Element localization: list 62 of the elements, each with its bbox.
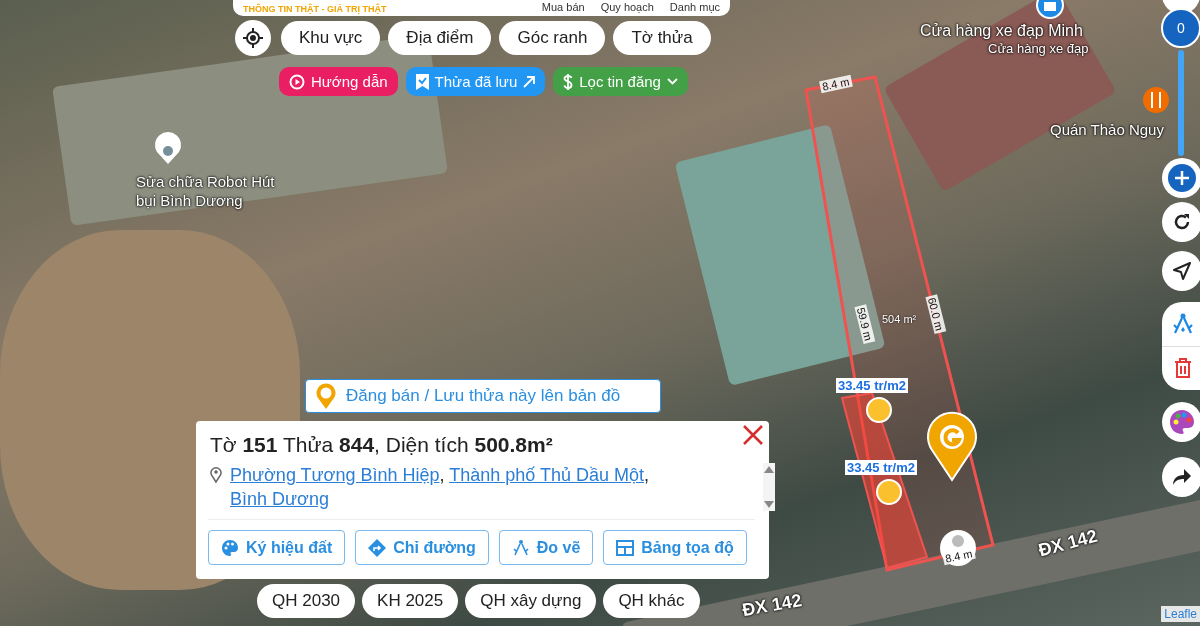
parcel-action-button[interactable]: Ký hiệu đất xyxy=(208,530,346,565)
area-label: 504 m² xyxy=(881,313,918,325)
search-tab[interactable]: Địa điểm xyxy=(388,21,492,55)
parcel-address: Phường Tương Bình Hiệp, Thành phố Thủ Dầu Một, Bình Dương xyxy=(230,464,650,511)
external-arrow-icon xyxy=(523,75,536,88)
map-pin-icon xyxy=(210,466,222,483)
quick-action-button[interactable]: Lọc tin đăng xyxy=(553,67,688,96)
chevron-down-icon xyxy=(666,78,678,85)
map-pin-icon[interactable] xyxy=(155,132,181,164)
post-listing-button[interactable]: Đăng bán / Lưu thửa này lên bản đồ xyxy=(305,379,661,413)
price-label: 33.45 tr/m2 xyxy=(845,460,917,475)
search-tab[interactable]: Góc ranh xyxy=(499,21,606,55)
crosshair-icon xyxy=(243,28,263,48)
address-link[interactable]: Phường Tương Bình Hiệp xyxy=(230,465,440,485)
compass-icon xyxy=(1171,311,1195,336)
close-button[interactable] xyxy=(741,423,765,447)
play-circle-icon xyxy=(289,73,305,90)
planning-layer-chip[interactable]: QH 2030 xyxy=(257,584,356,618)
planning-layer-chip[interactable]: KH 2025 xyxy=(362,584,459,618)
dollar-icon xyxy=(563,72,574,91)
trash-icon xyxy=(1174,358,1192,379)
address-link[interactable]: Bình Dương xyxy=(230,489,329,509)
scroll-down-icon xyxy=(764,501,774,508)
tagline: THÔNG TIN THẬT - GIÁ TRỊ THẬT xyxy=(243,4,387,14)
planning-layer-chip[interactable]: QH khác xyxy=(603,584,700,618)
table-icon xyxy=(616,539,635,556)
share-arrow-icon xyxy=(1172,468,1192,486)
plus-icon xyxy=(1167,163,1197,193)
map-label: Quán Thảo Nguy xyxy=(1050,121,1164,138)
map-label: Sửa chữa Robot Hút bụi Bình Dương xyxy=(136,172,276,210)
palette-icon xyxy=(221,538,239,557)
map-label: ĐX 142 xyxy=(740,589,804,622)
address-link[interactable]: Thành phố Thủ Dầu Một xyxy=(449,465,644,485)
bookmark-icon xyxy=(415,73,429,90)
menu-link[interactable]: Quy hoạch xyxy=(600,1,654,14)
planning-layer-chip[interactable]: QH xây dựng xyxy=(465,584,597,618)
directions-icon xyxy=(368,538,387,557)
attribution-link[interactable]: Leafle xyxy=(1161,606,1200,622)
close-icon xyxy=(743,425,763,445)
parcel-action-button[interactable]: Chỉ đường xyxy=(355,530,489,565)
location-pin-icon[interactable] xyxy=(927,411,977,481)
scroll-up-icon xyxy=(764,466,774,473)
refresh-icon xyxy=(1172,212,1192,232)
compass-icon xyxy=(511,538,530,557)
map-label: ĐX 142 xyxy=(1036,525,1100,562)
parcel-action-button[interactable]: Bảng tọa độ xyxy=(603,530,747,565)
parcel-title: Tờ 151 Thửa 844, Diện tích 500.8m² xyxy=(210,433,554,457)
zoom-slider-track[interactable] xyxy=(1178,50,1184,156)
menu-link[interactable]: Mua bán xyxy=(541,1,585,14)
menu-link[interactable]: Danh mục xyxy=(669,1,720,14)
search-tab[interactable]: Tờ thửa xyxy=(613,21,711,55)
quick-action-button[interactable]: Thửa đã lưu xyxy=(405,67,546,96)
map-label: Cửa hàng xe đạp xyxy=(988,41,1089,56)
search-tab[interactable]: Khu vực xyxy=(281,21,381,55)
map-label: Cửa hàng xe đạp Minh xyxy=(920,22,1083,40)
location-pin-icon xyxy=(316,383,336,409)
navigation-arrow-icon xyxy=(1172,261,1192,281)
price-label: 33.45 tr/m2 xyxy=(836,378,908,393)
palette-icon xyxy=(1169,409,1195,435)
scrollbar[interactable] xyxy=(763,463,775,511)
quick-action-button[interactable]: Hướng dẫn xyxy=(279,67,398,96)
parcel-action-button[interactable]: Đo vẽ xyxy=(498,530,594,565)
